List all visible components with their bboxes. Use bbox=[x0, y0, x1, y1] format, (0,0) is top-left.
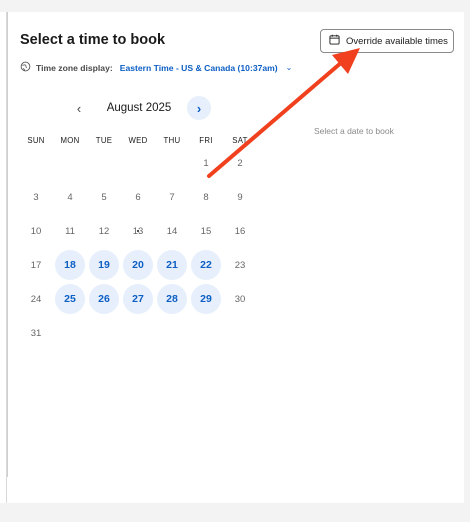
available-day-button[interactable]: 29 bbox=[191, 284, 221, 314]
weekday-tue: TUE bbox=[95, 135, 113, 145]
unavailable-day: 14 bbox=[166, 225, 178, 237]
available-day-button[interactable]: 18 bbox=[55, 250, 85, 280]
available-day-button[interactable]: 22 bbox=[191, 250, 221, 280]
chevron-left-icon[interactable]: ‹ bbox=[67, 96, 91, 120]
calendar-day: 18 bbox=[53, 250, 87, 280]
calendar-day: 1 bbox=[189, 158, 223, 169]
globe-icon bbox=[20, 61, 31, 74]
month-navigation: ‹ August 2025 › bbox=[67, 96, 211, 120]
available-day-button[interactable]: 20 bbox=[123, 250, 153, 280]
today-indicator bbox=[137, 229, 139, 232]
month-label: August 2025 bbox=[106, 102, 172, 114]
calendar-day: 20 bbox=[121, 250, 155, 280]
unavailable-day: 16 bbox=[234, 225, 246, 237]
calendar-week: 24 25 26 27 28 29 30 bbox=[19, 282, 257, 316]
calendar-week: 10 11 12 13 14 15 16 bbox=[19, 214, 257, 248]
override-times-button[interactable]: Override available times bbox=[320, 29, 454, 53]
calendar-day: 30 bbox=[223, 294, 257, 305]
calendar-week: 31 bbox=[19, 316, 257, 350]
calendar-day: 25 bbox=[53, 284, 87, 314]
calendar-day: 14 bbox=[155, 226, 189, 237]
calendar-day: 3 bbox=[19, 192, 53, 203]
unavailable-day: 2 bbox=[237, 157, 243, 169]
calendar-icon bbox=[329, 34, 340, 48]
calendar-day: 12 bbox=[87, 226, 121, 237]
window-right-margin bbox=[464, 0, 470, 522]
calendar-day: 22 bbox=[189, 250, 223, 280]
calendar-day: 8 bbox=[189, 192, 223, 203]
unavailable-day: 4 bbox=[67, 191, 73, 203]
unavailable-day: 10 bbox=[30, 225, 42, 237]
weekday-mon: MON bbox=[60, 135, 80, 145]
available-day-button[interactable]: 28 bbox=[157, 284, 187, 314]
unavailable-day: 9 bbox=[237, 191, 243, 203]
calendar-day: 13 bbox=[121, 226, 155, 237]
window-bottom-margin bbox=[0, 503, 470, 522]
calendar-day: 23 bbox=[223, 260, 257, 271]
unavailable-day: 30 bbox=[234, 293, 246, 305]
calendar-day: 9 bbox=[223, 192, 257, 203]
calendar-day: 28 bbox=[155, 284, 189, 314]
slots-empty-message: Select a date to book bbox=[314, 126, 394, 136]
unavailable-day: 15 bbox=[200, 225, 212, 237]
unavailable-day: 11 bbox=[65, 225, 75, 237]
calendar-day: 19 bbox=[87, 250, 121, 280]
available-day-button[interactable]: 25 bbox=[55, 284, 85, 314]
panel-divider bbox=[7, 12, 8, 477]
calendar-day: 7 bbox=[155, 192, 189, 203]
unavailable-day: 3 bbox=[33, 191, 39, 203]
calendar-grid: SUNMONTUEWEDTHUFRISAT 123456789101112131… bbox=[19, 134, 257, 350]
calendar-week: 17 18 19 20 21 22 23 bbox=[19, 248, 257, 282]
timezone-label: Time zone display: bbox=[36, 62, 113, 73]
timezone-selector[interactable]: Time zone display: Eastern Time - US & C… bbox=[20, 61, 292, 74]
unavailable-day: 31 bbox=[30, 327, 42, 339]
unavailable-day: 8 bbox=[203, 191, 209, 203]
timezone-value[interactable]: Eastern Time - US & Canada (10:37am) bbox=[120, 63, 278, 73]
weekday-thu: THU bbox=[163, 135, 181, 145]
weekday-header: SUN MON TUE WED THU FRI SAT bbox=[19, 134, 257, 146]
unavailable-day: 7 bbox=[169, 191, 175, 203]
unavailable-day: 12 bbox=[98, 225, 110, 237]
calendar-day: 10 bbox=[19, 226, 53, 237]
calendar-day: 5 bbox=[87, 192, 121, 203]
override-button-label: Override available times bbox=[346, 35, 448, 47]
calendar-day: 11 bbox=[53, 226, 87, 237]
window-top-margin bbox=[0, 0, 470, 12]
weekday-sun: SUN bbox=[27, 135, 45, 145]
calendar-day: 27 bbox=[121, 284, 155, 314]
calendar-day: 4 bbox=[53, 192, 87, 203]
unavailable-day: 24 bbox=[30, 293, 42, 305]
available-day-button[interactable]: 26 bbox=[89, 284, 119, 314]
unavailable-day: 23 bbox=[234, 259, 246, 271]
unavailable-day: 6 bbox=[135, 191, 141, 203]
calendar-days: 1234567891011121314151617181920212223242… bbox=[19, 146, 257, 350]
calendar-week: 3 4 5 6 7 8 9 bbox=[19, 180, 257, 214]
calendar-day: 2 bbox=[223, 158, 257, 169]
unavailable-day: 5 bbox=[101, 191, 107, 203]
weekday-sat: SAT bbox=[232, 135, 248, 145]
chevron-right-icon[interactable]: › bbox=[187, 96, 211, 120]
calendar-day: 21 bbox=[155, 250, 189, 280]
available-day-button[interactable]: 27 bbox=[123, 284, 153, 314]
calendar-day: 16 bbox=[223, 226, 257, 237]
chevron-down-icon[interactable]: ⌄ bbox=[286, 63, 293, 72]
page-title: Select a time to book bbox=[20, 32, 166, 48]
available-day-button[interactable]: 19 bbox=[89, 250, 119, 280]
weekday-fri: FRI bbox=[199, 135, 213, 145]
calendar-day: 26 bbox=[87, 284, 121, 314]
calendar-day: 6 bbox=[121, 192, 155, 203]
calendar-day: 15 bbox=[189, 226, 223, 237]
calendar-day: 17 bbox=[19, 260, 53, 271]
calendar-week: 12 bbox=[19, 146, 257, 180]
unavailable-day: 17 bbox=[30, 259, 42, 271]
calendar-day: 31 bbox=[19, 328, 53, 339]
calendar-day: 24 bbox=[19, 294, 53, 305]
calendar-day: 29 bbox=[189, 284, 223, 314]
weekday-wed: WED bbox=[128, 135, 148, 145]
booking-panel: Select a time to book Override available… bbox=[6, 12, 464, 503]
unavailable-day: 1 bbox=[203, 157, 209, 169]
available-day-button[interactable]: 21 bbox=[157, 250, 187, 280]
